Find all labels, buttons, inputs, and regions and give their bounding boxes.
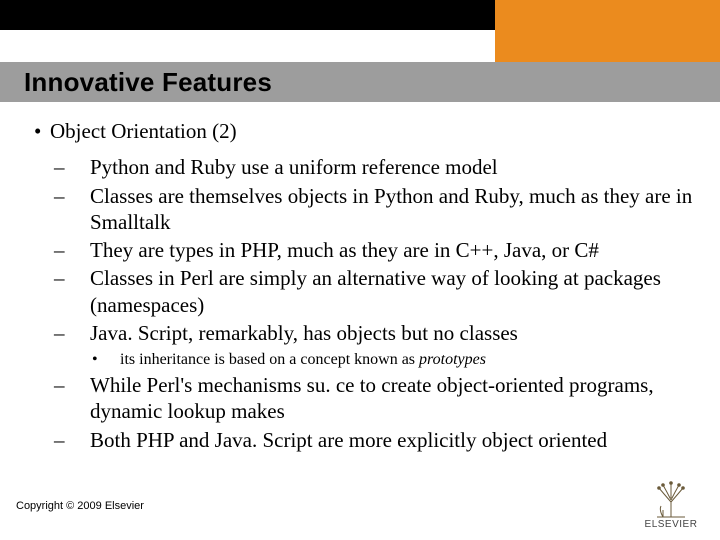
- elsevier-logo: ELSEVIER: [636, 480, 706, 530]
- sub-list-item: •its inheritance is based on a concept k…: [34, 350, 694, 370]
- top-orange-block: [495, 0, 720, 65]
- brand-text: ELSEVIER: [636, 519, 706, 530]
- dash-icon: –: [72, 237, 90, 263]
- slide: Innovative Features •Object Orientation …: [0, 0, 720, 540]
- list-item: –Python and Ruby use a uniform reference…: [34, 154, 694, 180]
- title-bar: Innovative Features: [0, 62, 720, 102]
- dash-icon: –: [72, 265, 90, 291]
- item-text: Python and Ruby use a uniform reference …: [90, 155, 498, 179]
- sub-text: its inheritance is based on a concept kn…: [120, 351, 419, 368]
- slide-title: Innovative Features: [0, 67, 272, 98]
- dash-icon: –: [72, 427, 90, 453]
- dash-icon: –: [72, 183, 90, 209]
- copyright-text: Copyright © 2009 Elsevier: [16, 500, 144, 512]
- item-text: While Perl's mechanisms su. ce to create…: [90, 373, 654, 423]
- bullet-icon: •: [106, 350, 120, 370]
- heading-line: •Object Orientation (2): [34, 118, 694, 144]
- item-text: Java. Script, remarkably, has objects bu…: [90, 321, 518, 345]
- item-text: Classes in Perl are simply an alternativ…: [90, 266, 661, 316]
- item-text: Classes are themselves objects in Python…: [90, 184, 692, 234]
- list-item: –Both PHP and Java. Script are more expl…: [34, 427, 694, 453]
- item-text: Both PHP and Java. Script are more expli…: [90, 428, 607, 452]
- list-item: –Java. Script, remarkably, has objects b…: [34, 320, 694, 346]
- content-area: •Object Orientation (2) –Python and Ruby…: [34, 118, 694, 453]
- dash-icon: –: [72, 320, 90, 346]
- list-item: –While Perl's mechanisms su. ce to creat…: [34, 372, 694, 425]
- tree-icon: [649, 480, 694, 518]
- list-item: –They are types in PHP, much as they are…: [34, 237, 694, 263]
- list-item: –Classes in Perl are simply an alternati…: [34, 265, 694, 318]
- item-text: They are types in PHP, much as they are …: [90, 238, 599, 262]
- dash-icon: –: [72, 372, 90, 398]
- sub-emph: prototypes: [419, 351, 486, 368]
- list-item: –Classes are themselves objects in Pytho…: [34, 183, 694, 236]
- dash-icon: –: [72, 154, 90, 180]
- bullet-icon: •: [34, 118, 50, 144]
- heading-text: Object Orientation (2): [50, 119, 237, 143]
